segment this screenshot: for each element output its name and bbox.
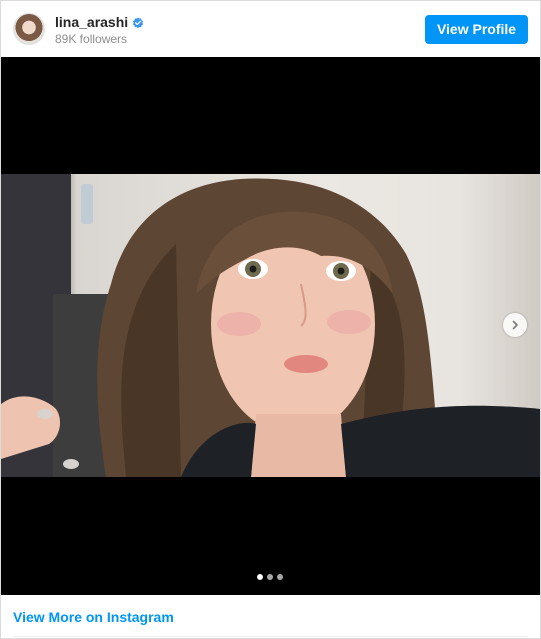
view-more-on-instagram-link[interactable]: View More on Instagram bbox=[13, 609, 174, 625]
post-footer: View More on Instagram bbox=[1, 595, 540, 638]
post-photo bbox=[1, 174, 540, 477]
post-header: lina_arashi 89K followers View Profile bbox=[1, 1, 540, 57]
carousel-dot-active bbox=[257, 574, 263, 580]
follower-count: 89K followers bbox=[55, 32, 128, 46]
avatar[interactable] bbox=[13, 13, 45, 45]
footer-divider bbox=[13, 636, 528, 637]
username-row: lina_arashi bbox=[55, 14, 144, 30]
instagram-embed: lina_arashi 89K followers View Profile V… bbox=[0, 0, 541, 639]
user-info: lina_arashi 89K followers bbox=[55, 14, 144, 46]
username[interactable]: lina_arashi bbox=[55, 14, 128, 30]
verified-badge-icon bbox=[132, 16, 144, 29]
next-slide-button[interactable] bbox=[503, 313, 527, 337]
post-media[interactable] bbox=[1, 57, 540, 595]
chevron-right-icon bbox=[512, 320, 518, 330]
carousel-indicator bbox=[257, 574, 283, 580]
carousel-dot bbox=[277, 574, 283, 580]
carousel-dot bbox=[267, 574, 273, 580]
view-profile-button[interactable]: View Profile bbox=[425, 15, 528, 44]
